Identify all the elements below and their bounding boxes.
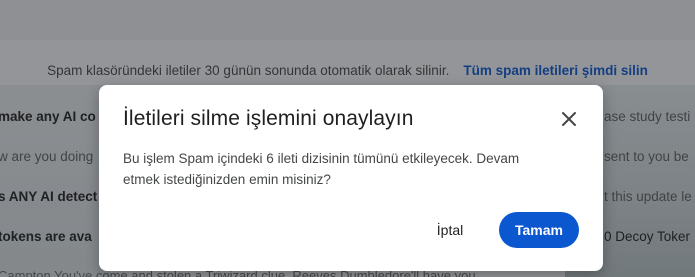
cancel-button[interactable]: İptal bbox=[419, 212, 481, 248]
ok-button[interactable]: Tamam bbox=[499, 212, 579, 248]
close-icon bbox=[562, 112, 576, 126]
dialog-message: Bu işlem Spam içindeki 6 ileti dizisinin… bbox=[123, 151, 520, 187]
close-button[interactable] bbox=[555, 105, 583, 133]
dialog-title: İletileri silme işlemini onaylayın bbox=[123, 107, 414, 130]
confirm-delete-dialog: İletileri silme işlemini onaylayın Bu iş… bbox=[99, 85, 603, 271]
